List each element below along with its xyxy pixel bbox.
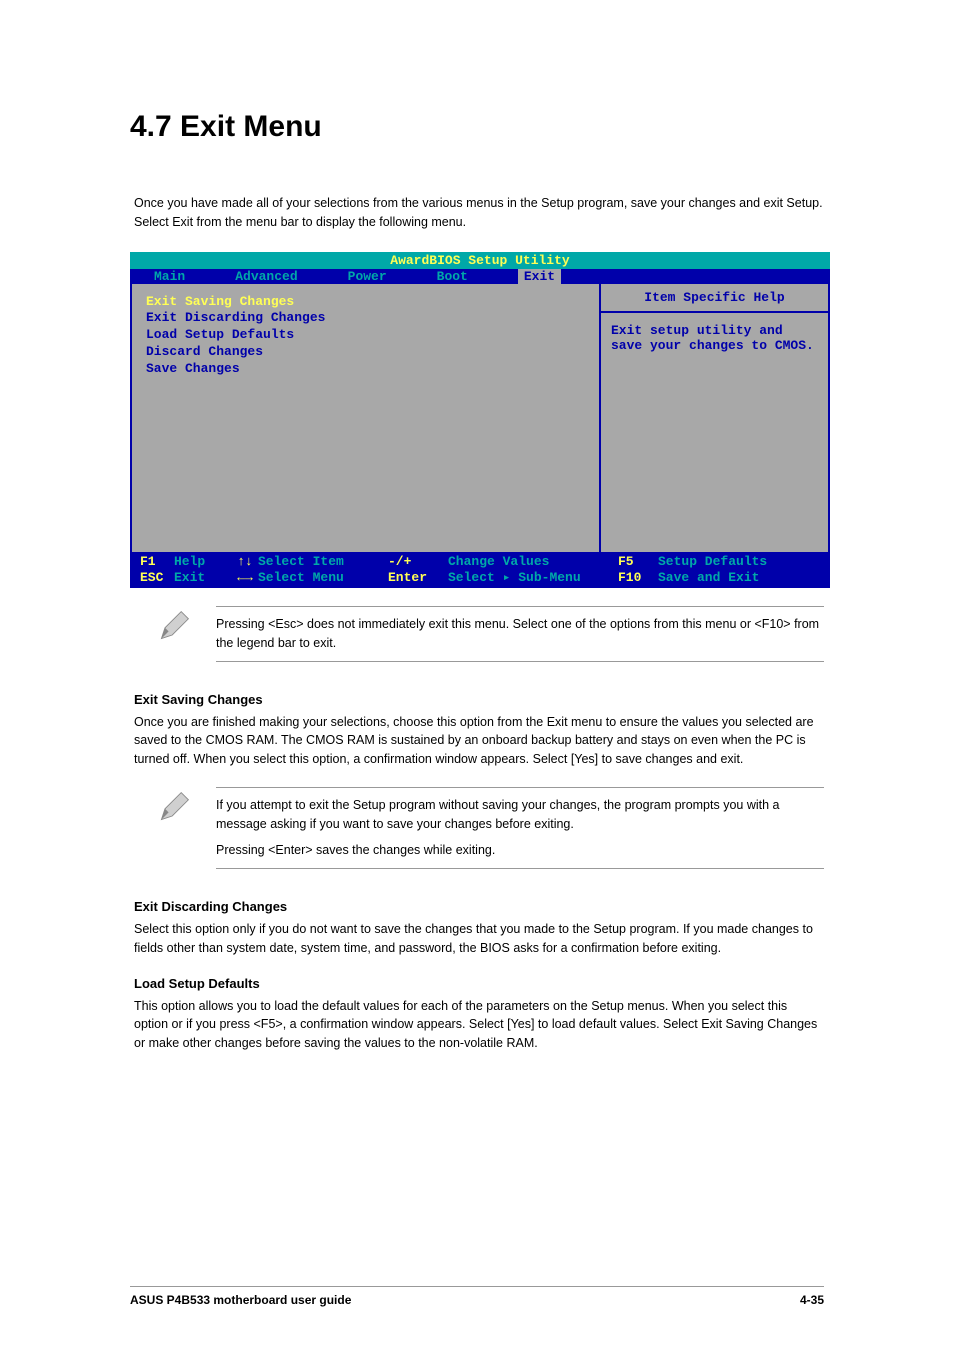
legend-f5-key: F5 bbox=[618, 554, 658, 570]
page-content: 4.7 Exit Menu Once you have made all of … bbox=[0, 0, 954, 1093]
subsection-load-defaults: Load Setup Defaults This option allows y… bbox=[134, 976, 824, 1053]
subsection-exit-saving-title: Exit Saving Changes bbox=[134, 692, 824, 707]
bios-tab-exit: Exit bbox=[518, 269, 561, 284]
bios-item-load-defaults: Load Setup Defaults bbox=[146, 327, 585, 344]
note-2-text: If you attempt to exit the Setup program… bbox=[216, 787, 824, 869]
legend-esc-desc: Exit bbox=[174, 570, 232, 586]
note-block-1: Pressing <Esc> does not immediately exit… bbox=[156, 606, 824, 662]
legend-f10-key: F10 bbox=[618, 570, 658, 586]
bios-tab-power: Power bbox=[348, 269, 387, 284]
bios-help-title: Item Specific Help bbox=[601, 290, 828, 313]
bios-utility-title: AwardBIOS Setup Utility bbox=[130, 252, 830, 269]
pencil-icon bbox=[156, 608, 192, 649]
legend-setup-defaults: Setup Defaults bbox=[658, 554, 767, 570]
bios-tab-advanced: Advanced bbox=[235, 269, 297, 284]
subsection-exit-discarding-title: Exit Discarding Changes bbox=[134, 899, 824, 914]
legend-select-item: Select Item bbox=[258, 554, 388, 570]
note-block-2: If you attempt to exit the Setup program… bbox=[156, 787, 824, 869]
legend-leftright-icon: ←→ bbox=[232, 570, 258, 586]
note-1-body: Pressing <Esc> does not immediately exit… bbox=[216, 615, 824, 653]
note-2-p2: Pressing <Enter> saves the changes while… bbox=[216, 841, 824, 860]
legend-esc-key: ESC bbox=[140, 570, 174, 586]
legend-f1-key: F1 bbox=[140, 554, 174, 570]
bios-legend-row2: ESC Exit ←→ Select Menu Enter Select ▸ S… bbox=[140, 570, 820, 586]
bios-help-body: Exit setup utility and save your changes… bbox=[611, 323, 818, 353]
bios-tab-boot: Boot bbox=[437, 269, 468, 284]
subsection-exit-discarding-body: Select this option only if you do not wa… bbox=[134, 920, 824, 958]
bios-help-panel: Item Specific Help Exit setup utility an… bbox=[600, 284, 830, 554]
legend-plusminus-key: -/+ bbox=[388, 554, 448, 570]
bios-item-discard-changes: Discard Changes bbox=[146, 344, 585, 361]
subsection-exit-discarding: Exit Discarding Changes Select this opti… bbox=[134, 899, 824, 958]
bios-body: Exit Saving Changes Exit Discarding Chan… bbox=[130, 284, 830, 554]
bios-legend-bar: F1 Help ↑↓ Select Item -/+ Change Values… bbox=[130, 554, 830, 589]
legend-select-submenu: Select ▸ Sub-Menu bbox=[448, 570, 618, 586]
section-title: 4.7 Exit Menu bbox=[130, 110, 824, 144]
pencil-icon bbox=[156, 789, 192, 830]
bios-item-exit-discarding: Exit Discarding Changes bbox=[146, 310, 585, 327]
bios-legend-row1: F1 Help ↑↓ Select Item -/+ Change Values… bbox=[140, 554, 820, 570]
note-2-p1: If you attempt to exit the Setup program… bbox=[216, 796, 824, 834]
subsection-exit-saving-body: Once you are finished making your select… bbox=[134, 713, 824, 769]
legend-select-menu: Select Menu bbox=[258, 570, 388, 586]
subsection-load-defaults-body: This option allows you to load the defau… bbox=[134, 997, 824, 1053]
bios-tab-main: Main bbox=[154, 269, 185, 284]
legend-save-and-exit: Save and Exit bbox=[658, 570, 759, 586]
subsection-exit-saving: Exit Saving Changes Once you are finishe… bbox=[134, 692, 824, 769]
bios-item-exit-saving: Exit Saving Changes bbox=[146, 294, 585, 311]
legend-f1-desc: Help bbox=[174, 554, 232, 570]
legend-enter-key: Enter bbox=[388, 570, 448, 586]
bios-screenshot: AwardBIOS Setup Utility Main Advanced Po… bbox=[130, 252, 830, 589]
note-1-text: Pressing <Esc> does not immediately exit… bbox=[216, 606, 824, 662]
footer-right: 4-35 bbox=[800, 1293, 824, 1307]
page-footer: ASUS P4B533 motherboard user guide 4-35 bbox=[130, 1286, 824, 1307]
legend-updown-icon: ↑↓ bbox=[232, 554, 258, 570]
footer-left: ASUS P4B533 motherboard user guide bbox=[130, 1293, 351, 1307]
bios-menu-panel: Exit Saving Changes Exit Discarding Chan… bbox=[130, 284, 600, 554]
bios-tab-bar: Main Advanced Power Boot Exit bbox=[130, 269, 830, 284]
subsection-load-defaults-title: Load Setup Defaults bbox=[134, 976, 824, 991]
bios-item-save-changes: Save Changes bbox=[146, 361, 585, 378]
intro-paragraph: Once you have made all of your selection… bbox=[134, 194, 824, 232]
legend-change-values: Change Values bbox=[448, 554, 618, 570]
